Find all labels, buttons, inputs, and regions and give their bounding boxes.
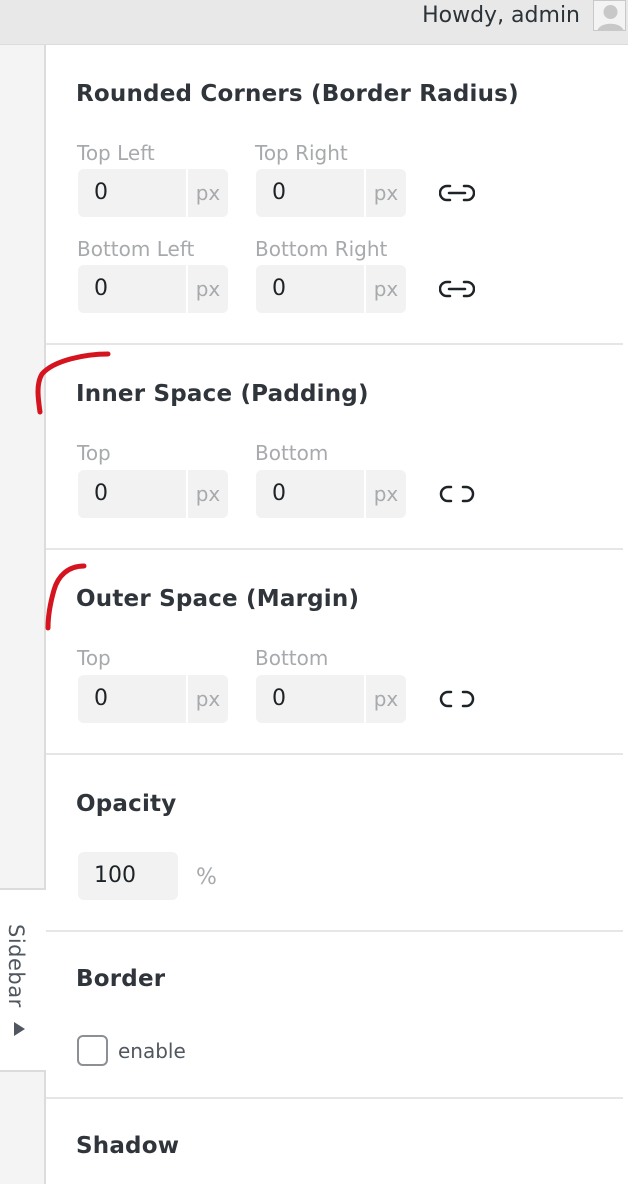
admin-bar: Howdy, admin [0,0,628,45]
border-enable-checkbox[interactable] [77,1035,108,1066]
padding-bottom-value[interactable]: 0 [256,470,364,518]
top-left-label: Top Left [77,141,155,165]
unit-label: px [186,265,228,313]
shadow-section: Shadow [46,1099,623,1184]
margin-top-label: Top [77,646,111,670]
margin-section: Outer Space (Margin) Top Bottom 0 px 0 p… [46,550,623,755]
linked-icon[interactable] [439,277,475,301]
unit-label: px [186,169,228,217]
opacity-section: Opacity 100 % [46,755,623,932]
top-right-value[interactable]: 0 [256,169,364,217]
section-title: Border [76,966,166,992]
margin-bottom-value[interactable]: 0 [256,675,364,723]
padding-bottom-input[interactable]: 0 px [256,470,406,518]
avatar[interactable] [593,0,626,31]
border-radius-section: Rounded Corners (Border Radius) Top Left… [46,45,623,345]
settings-panel: Rounded Corners (Border Radius) Top Left… [46,45,628,1184]
top-left-value[interactable]: 0 [78,169,186,217]
section-title: Shadow [76,1133,180,1159]
section-title: Opacity [76,791,177,817]
unit-label: px [186,675,228,723]
padding-top-label: Top [77,441,111,465]
bottom-left-value[interactable]: 0 [78,265,186,313]
top-left-input[interactable]: 0 px [78,169,228,217]
border-section: Border enable [46,932,623,1099]
bottom-left-input[interactable]: 0 px [78,265,228,313]
sidebar-arrow-icon[interactable] [14,1022,25,1036]
section-title: Inner Space (Padding) [76,381,369,407]
section-title: Rounded Corners (Border Radius) [76,81,519,107]
sidebar-toggle-tab[interactable]: Sidebar [0,888,46,1072]
bottom-left-label: Bottom Left [77,237,195,261]
unlinked-icon[interactable] [439,482,475,506]
padding-top-value[interactable]: 0 [78,470,186,518]
unlinked-icon[interactable] [439,687,475,711]
top-right-label: Top Right [255,141,348,165]
unit-label: px [364,169,406,217]
user-avatar-icon [594,1,625,30]
margin-top-input[interactable]: 0 px [78,675,228,723]
margin-bottom-input[interactable]: 0 px [256,675,406,723]
unit-label: px [364,470,406,518]
bottom-right-value[interactable]: 0 [256,265,364,313]
margin-bottom-label: Bottom [255,646,329,670]
unit-label: px [186,470,228,518]
percent-unit: % [196,865,217,890]
padding-bottom-label: Bottom [255,441,329,465]
bottom-right-label: Bottom Right [255,237,388,261]
border-enable-label[interactable]: enable [118,1039,186,1063]
unit-label: px [364,265,406,313]
opacity-input[interactable]: 100 [78,852,178,900]
margin-top-value[interactable]: 0 [78,675,186,723]
section-title: Outer Space (Margin) [76,586,360,612]
unit-label: px [364,675,406,723]
bottom-right-input[interactable]: 0 px [256,265,406,313]
sidebar-tab-label: Sidebar [4,924,28,1008]
top-right-input[interactable]: 0 px [256,169,406,217]
padding-top-input[interactable]: 0 px [78,470,228,518]
howdy-greeting[interactable]: Howdy, admin [422,2,580,30]
padding-section: Inner Space (Padding) Top Bottom 0 px 0 … [46,345,623,550]
linked-icon[interactable] [439,181,475,205]
